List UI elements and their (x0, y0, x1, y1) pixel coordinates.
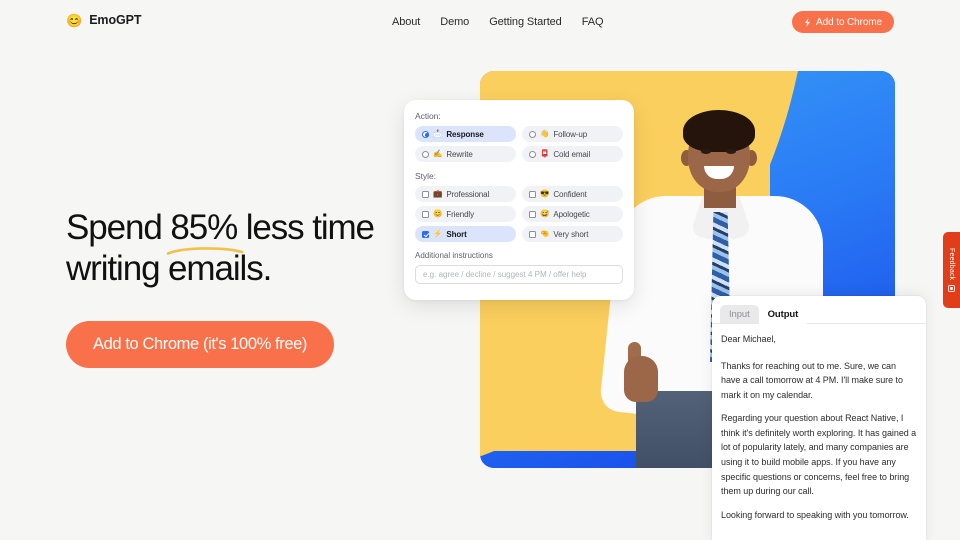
output-paragraph: Dear Michael, (721, 334, 776, 344)
feedback-label: Feedback (948, 248, 955, 281)
smiley-face-icon: 😊 (66, 12, 83, 28)
output-panel: Input Output Dear Michael, Thanks for re… (712, 296, 926, 540)
postbox-icon: 📮 (540, 149, 550, 159)
checkbox-icon[interactable] (529, 210, 536, 218)
output-paragraph: Thanks for reaching out to me. Sure, we … (721, 360, 903, 400)
checkbox-icon[interactable] (422, 230, 429, 238)
radio-icon[interactable] (529, 150, 536, 158)
style-option-label: Professional (446, 189, 490, 199)
chrome-extension-icon (804, 17, 811, 27)
landing-page: 😊 EmoGPT About Demo Getting Started FAQ … (0, 0, 960, 540)
nav-link-demo[interactable]: Demo (440, 16, 469, 28)
lightning-bolt-icon: ⚡ (433, 229, 443, 239)
nav-add-to-chrome-button[interactable]: Add to Chrome (792, 11, 894, 33)
hero-section: Spend 85% less time writing emails. Add … (66, 208, 406, 369)
style-option-apologetic[interactable]: 😅 Apologetic (522, 206, 623, 222)
waving-hand-icon: 👋 (540, 129, 550, 139)
brand-name: EmoGPT (89, 13, 142, 27)
style-option-label: Short (446, 229, 467, 239)
style-option-label: Friendly (446, 209, 474, 219)
action-option-follow-up[interactable]: 👋 Follow-up (522, 126, 623, 142)
sunglasses-face-icon: 😎 (540, 189, 550, 199)
action-option-label: Rewrite (446, 149, 473, 159)
style-option-label: Apologetic (553, 209, 590, 219)
output-body: Dear Michael, Thanks for reaching out to… (712, 323, 926, 538)
checkbox-icon[interactable] (529, 230, 536, 238)
style-option-professional[interactable]: 💼 Professional (415, 186, 516, 202)
output-paragraph: Looking forward to speaking with you tom… (721, 509, 909, 520)
hero-title-part1: Spend (66, 208, 171, 247)
page-title: Spend 85% less time writing emails. (66, 208, 406, 289)
nav-links: About Demo Getting Started FAQ (392, 16, 604, 28)
action-option-label: Follow-up (553, 129, 588, 139)
action-options-grid: 📩 Response 👋 Follow-up ✍️ Rewrite 📮 Cold… (415, 126, 623, 162)
output-tabs: Input Output (712, 305, 926, 324)
radio-icon[interactable] (529, 130, 536, 138)
checkbox-icon[interactable] (529, 190, 536, 198)
nav-link-faq[interactable]: FAQ (582, 16, 604, 28)
style-option-confident[interactable]: 😎 Confident (522, 186, 623, 202)
tab-input[interactable]: Input (720, 305, 759, 324)
nav-link-about[interactable]: About (392, 16, 420, 28)
smiling-face-icon: 😊 (433, 209, 443, 219)
output-paragraph: Regarding your question about React Nati… (721, 413, 917, 497)
action-option-label: Response (446, 129, 484, 139)
style-option-label: Confident (553, 189, 587, 199)
action-option-cold-email[interactable]: 📮 Cold email (522, 146, 623, 162)
hero-title-highlight: 85% (170, 208, 238, 247)
radio-icon[interactable] (422, 150, 429, 158)
action-option-response[interactable]: 📩 Response (415, 126, 516, 142)
feedback-icon (948, 284, 955, 292)
incoming-envelope-icon: 📩 (433, 129, 443, 139)
action-option-label: Cold email (553, 149, 591, 159)
style-option-friendly[interactable]: 😊 Friendly (415, 206, 516, 222)
feedback-tab[interactable]: Feedback (943, 232, 960, 308)
writing-hand-icon: ✍️ (433, 149, 443, 159)
top-navbar: 😊 EmoGPT About Demo Getting Started FAQ … (0, 0, 960, 46)
action-settings-card: Action: 📩 Response 👋 Follow-up ✍️ Rewrit… (404, 100, 634, 300)
action-option-rewrite[interactable]: ✍️ Rewrite (415, 146, 516, 162)
brand-logo[interactable]: 😊 EmoGPT (66, 13, 141, 27)
style-option-very-short[interactable]: 🤏 Very short (522, 226, 623, 242)
radio-icon[interactable] (422, 130, 429, 138)
style-options-grid: 💼 Professional 😎 Confident 😊 Friendly 😅 … (415, 186, 623, 242)
style-option-label: Very short (553, 229, 589, 239)
style-option-short[interactable]: ⚡ Short (415, 226, 516, 242)
additional-instructions-label: Additional instructions (415, 251, 493, 260)
hero-title-highlight-wrap: 85% (167, 208, 244, 255)
pinching-hand-icon: 🤏 (540, 229, 550, 239)
nav-link-getting-started[interactable]: Getting Started (489, 16, 562, 28)
style-label: Style: (415, 171, 436, 181)
hero-add-to-chrome-button[interactable]: Add to Chrome (it's 100% free) (66, 321, 334, 369)
sweat-smile-icon: 😅 (540, 209, 550, 219)
additional-instructions-input[interactable] (415, 265, 623, 284)
briefcase-icon: 💼 (433, 189, 443, 199)
tab-output[interactable]: Output (758, 305, 808, 324)
checkbox-icon[interactable] (422, 210, 429, 218)
nav-cta-label: Add to Chrome (816, 16, 882, 28)
checkbox-icon[interactable] (422, 190, 429, 198)
action-label: Action: (415, 111, 441, 121)
